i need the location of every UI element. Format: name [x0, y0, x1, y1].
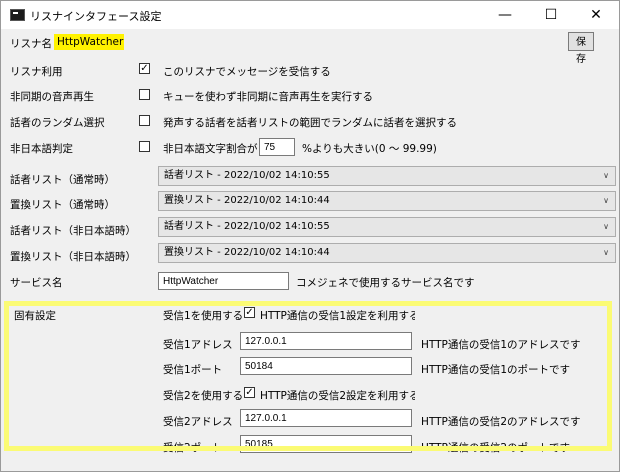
chevron-down-icon: ∨	[603, 222, 609, 231]
combo-label: 話者リスト（非日本語時）	[10, 225, 136, 237]
chevron-down-icon: ∨	[603, 171, 609, 180]
combo-label: 置換リスト（通常時）	[10, 199, 115, 211]
close-button[interactable]: ✕	[573, 1, 619, 29]
random-speaker-checkbox[interactable]	[139, 115, 150, 126]
option-label: 非同期の音声再生	[10, 91, 94, 103]
service-name-desc: コメジェネで使用するサービス名です	[296, 277, 475, 289]
combo-label: 話者リスト（通常時）	[10, 174, 115, 186]
title-bar[interactable]: リスナインタフェース設定 — ☐ ✕	[1, 1, 619, 29]
speaker-list-normal-select[interactable]: 話者リスト - 2022/10/02 14:10:55 ∨	[158, 166, 616, 186]
save-button[interactable]: 保存	[568, 32, 594, 65]
listener-name-value: HttpWatcher	[54, 34, 124, 50]
async-audio-checkbox[interactable]	[139, 89, 150, 100]
nonjp-ratio-suffix: %よりも大きい(0 ～ 99.99)	[302, 143, 437, 155]
window-title: リスナインタフェース設定	[30, 10, 162, 23]
option-desc: このリスナでメッセージを受信する	[163, 66, 331, 78]
listener-name-label: リスナ名	[10, 38, 52, 50]
select-value: 話者リスト - 2022/10/02 14:10:55	[164, 170, 330, 181]
select-value: 置換リスト - 2022/10/02 14:10:44	[164, 195, 330, 206]
service-name-label: サービス名	[10, 277, 63, 289]
nonjp-ratio-input[interactable]	[259, 138, 295, 156]
select-value: 話者リスト - 2022/10/02 14:10:55	[164, 221, 330, 232]
chevron-down-icon: ∨	[603, 196, 609, 205]
service-name-input[interactable]	[158, 272, 289, 290]
replace-list-normal-select[interactable]: 置換リスト - 2022/10/02 14:10:44 ∨	[158, 191, 616, 211]
option-label: リスナ利用	[10, 66, 63, 78]
replace-list-nonjp-select[interactable]: 置換リスト - 2022/10/02 14:10:44 ∨	[158, 243, 616, 263]
option-label: 話者のランダム選択	[10, 117, 105, 129]
specific-settings-highlight	[4, 301, 612, 451]
option-label: 非日本語判定	[10, 143, 73, 155]
combo-label: 置換リスト（非日本語時）	[10, 251, 136, 263]
maximize-button[interactable]: ☐	[528, 1, 574, 29]
option-desc: キューを使わず非同期に音声再生を実行する	[163, 91, 373, 103]
listener-enable-checkbox[interactable]: ✓	[139, 63, 150, 74]
select-value: 置換リスト - 2022/10/02 14:10:44	[164, 247, 330, 258]
speaker-list-nonjp-select[interactable]: 話者リスト - 2022/10/02 14:10:55 ∨	[158, 217, 616, 237]
chevron-down-icon: ∨	[603, 248, 609, 257]
option-desc: 非日本語文字割合が	[163, 143, 258, 155]
minimize-button[interactable]: —	[482, 1, 528, 29]
option-desc: 発声する話者を話者リストの範囲でランダムに話者を選択する	[163, 117, 457, 129]
settings-window: リスナインタフェース設定 — ☐ ✕ リスナ名 HttpWatcher 保存 リ…	[0, 0, 620, 472]
nonjp-judge-checkbox[interactable]	[139, 141, 150, 152]
terminal-icon	[10, 9, 25, 21]
